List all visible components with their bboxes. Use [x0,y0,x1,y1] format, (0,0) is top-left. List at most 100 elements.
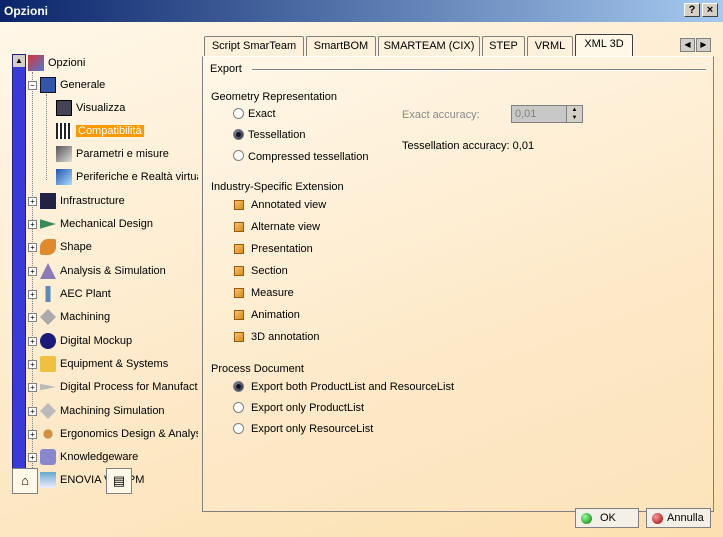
expand-icon[interactable]: + [28,289,37,299]
check-annotated-view[interactable] [234,200,244,210]
tree-item-aec-plant[interactable]: + AEC Plant [28,285,111,303]
tab-smarteam-cix[interactable]: SMARTEAM (CIX) [378,36,480,56]
expand-icon[interactable]: + [28,312,37,322]
expand-icon[interactable]: + [28,336,37,346]
digital-mockup-icon [40,333,56,349]
ok-label: OK [600,512,616,524]
tree-item-label: Machining Simulation [60,405,165,417]
tree-item-machining-simulation[interactable]: + Machining Simulation [28,402,165,420]
check-presentation-label: Presentation [251,243,313,255]
tree-item-opzioni[interactable]: Opzioni [28,54,85,72]
tree-item-machining[interactable]: + Machining [28,308,110,326]
exact-accuracy-label: Exact accuracy: [402,109,480,121]
tree-item-label: Generale [60,79,106,91]
check-alternate-view-label: Alternate view [251,221,321,233]
tree-item-parametri[interactable]: Parametri e misure [56,145,169,163]
expand-icon[interactable]: + [28,219,37,229]
cancel-icon [652,512,663,524]
tree-home-button[interactable]: ⌂ [12,468,38,494]
tree-item-visualizza[interactable]: Visualizza [56,99,125,117]
expand-icon[interactable]: + [28,382,37,392]
check-3d-annotation[interactable] [234,332,244,342]
analysis-icon [40,263,56,279]
expand-icon[interactable]: + [28,359,37,369]
check-section-label: Section [251,265,288,277]
enovia-icon [40,472,56,488]
exact-accuracy-value[interactable]: 0,01 [512,106,566,122]
tab-vrml[interactable]: VRML [527,36,573,56]
check-measure[interactable] [234,288,244,298]
export-separator [252,69,706,71]
tree-item-shape[interactable]: + Shape [28,238,92,256]
check-alternate-view[interactable] [234,222,244,232]
tree-item-digital-mockup[interactable]: + Digital Mockup [28,332,132,350]
expand-icon[interactable]: + [28,452,37,462]
expand-icon[interactable]: + [28,429,37,439]
tree-item-periferiche[interactable]: Periferiche e Realtà virtuale [56,168,198,186]
infrastructure-icon [40,193,56,209]
ok-icon [581,512,592,524]
options-root-icon [28,55,44,71]
collapse-icon[interactable]: − [28,80,37,90]
tab-script-smarteam[interactable]: Script SmarTeam [204,36,304,56]
close-button[interactable]: × [702,3,718,17]
expand-icon[interactable]: + [28,266,37,276]
expand-icon[interactable]: + [28,196,37,206]
help-button[interactable]: ? [684,3,700,17]
scroll-up-icon[interactable]: ▲ [13,55,25,67]
tree-item-analysis[interactable]: + Analysis & Simulation [28,262,166,280]
tree-item-ergonomics[interactable]: + Ergonomics Design & Analysis [28,425,198,443]
radio-export-productlist[interactable] [233,402,244,413]
tab-scroll-right-icon[interactable]: ▶ [696,38,711,52]
check-section[interactable] [234,266,244,276]
tree-item-generale[interactable]: − Generale [28,76,105,94]
tree-item-label: Machining [60,311,111,323]
tessellation-accuracy-label: Tessellation accuracy: 0,01 [402,140,535,152]
process-title: Process Document [211,363,304,375]
tree-item-mechanical-design[interactable]: + Mechanical Design [28,215,153,233]
expand-icon[interactable]: + [28,406,37,416]
radio-compressed-tessellation[interactable] [233,150,244,161]
dialog-client: ▲ ▼ Opzioni − Generale Visualizza Compat… [0,22,723,537]
tab-smartbom[interactable]: SmartBOM [306,36,376,56]
tree-item-label: Infrastructure [60,195,125,207]
tree-item-digital-process[interactable]: + Digital Process for Manufacturing [28,378,198,396]
radio-export-resourcelist-label: Export only ResourceList [251,423,374,435]
radio-tessellation[interactable] [233,129,244,140]
radio-export-resourcelist[interactable] [233,423,244,434]
tab-xml-3d[interactable]: XML 3D [575,34,633,57]
geometry-title: Geometry Representation [211,91,337,103]
radio-exact[interactable] [233,108,244,119]
industry-title: Industry-Specific Extension [211,181,344,193]
shape-icon [40,239,56,255]
tree-item-knowledgeware[interactable]: + Knowledgeware [28,448,138,466]
spin-down-icon[interactable]: ▼ [567,114,582,122]
tree-scrollbar[interactable]: ▲ ▼ [12,54,26,486]
machining-icon [40,309,56,325]
tree-item-compatibilita[interactable]: Compatibilità [56,122,144,140]
tree-item-label: Visualizza [76,102,126,114]
spin-up-icon[interactable]: ▲ [567,106,582,114]
radio-export-both[interactable] [233,381,244,392]
tree-reset-button[interactable]: ▤ [106,468,132,494]
check-animation-label: Animation [251,309,300,321]
tree-item-equipment[interactable]: + Equipment & Systems [28,355,168,373]
cancel-label: Annulla [667,512,704,524]
general-icon [40,77,56,93]
check-animation[interactable] [234,310,244,320]
exact-accuracy-spinner[interactable]: 0,01 ▲ ▼ [511,105,583,123]
tree-item-infrastructure[interactable]: + Infrastructure [28,192,125,210]
display-icon [56,100,72,116]
check-presentation[interactable] [234,244,244,254]
ok-button[interactable]: OK [575,508,639,528]
tree-item-label: Ergonomics Design & Analysis [60,428,198,440]
options-tree: Opzioni − Generale Visualizza Compatibil… [28,52,198,488]
cancel-button[interactable]: Annulla [646,508,711,528]
expand-icon[interactable]: + [28,242,37,252]
tree-item-label: AEC Plant [60,288,111,300]
tab-step[interactable]: STEP [482,36,525,56]
tab-scroll-left-icon[interactable]: ◀ [680,38,695,52]
ergonomics-icon [40,426,56,442]
check-measure-label: Measure [251,287,294,299]
tree-item-label: Equipment & Systems [60,358,169,370]
